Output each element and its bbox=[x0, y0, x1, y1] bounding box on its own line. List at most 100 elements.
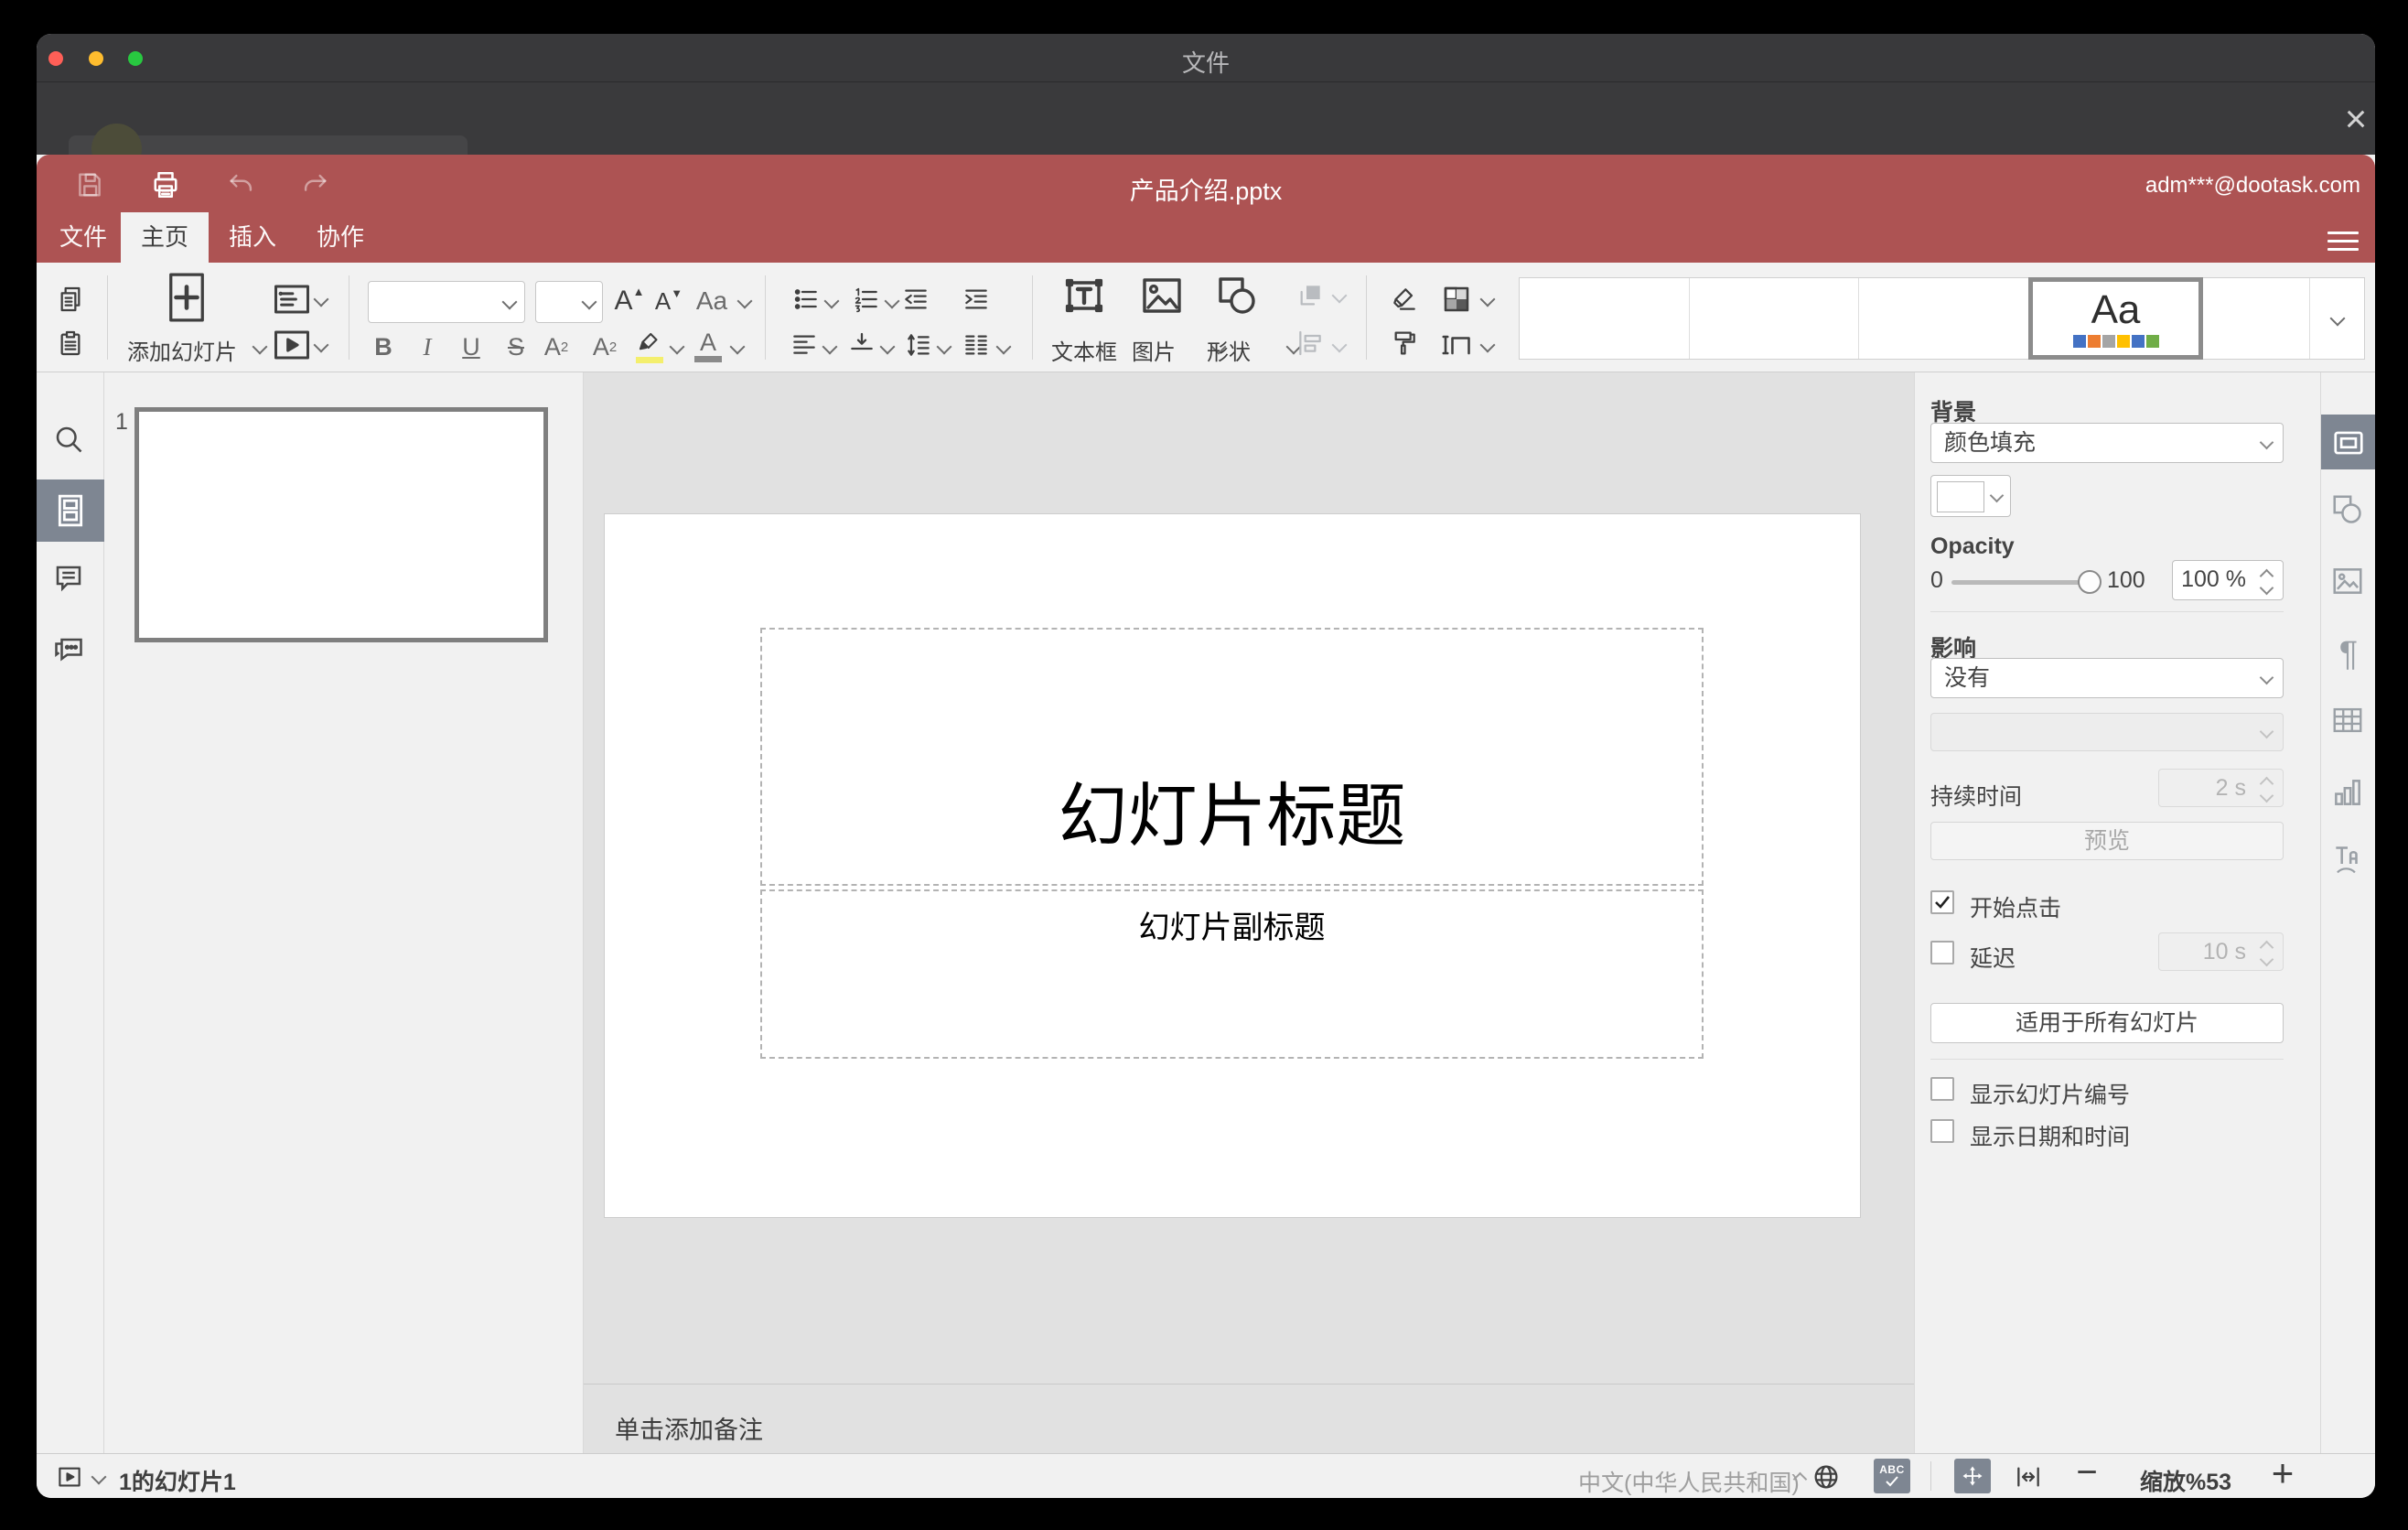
font-color-button[interactable]: A bbox=[692, 327, 725, 365]
preview-button[interactable]: 预览 bbox=[1930, 822, 2284, 860]
slide-thumbnail-selected[interactable] bbox=[134, 407, 548, 642]
notes-area[interactable]: 单击添加备注 bbox=[584, 1384, 1914, 1453]
slides-panel-button[interactable] bbox=[37, 479, 104, 542]
chevron-down-icon bbox=[581, 294, 597, 310]
image-settings-button[interactable] bbox=[2330, 565, 2367, 601]
set-language-button[interactable] bbox=[1810, 1460, 1843, 1493]
arrange-shape-button[interactable] bbox=[1294, 279, 1327, 312]
slide-settings-panel: 背景 颜色填充 Opacity 0 100 100 % 影响 没有 持续时间 2… bbox=[1914, 372, 2320, 1453]
start-slideshow-status-button[interactable] bbox=[55, 1462, 84, 1492]
delay-checkbox[interactable] bbox=[1930, 941, 1954, 964]
decrease-indent-button[interactable] bbox=[899, 283, 932, 316]
bold-button[interactable]: B bbox=[365, 329, 402, 365]
globe-icon bbox=[1814, 1465, 1838, 1489]
opacity-slider-knob[interactable] bbox=[2078, 570, 2102, 594]
textart-settings-button[interactable] bbox=[2330, 842, 2367, 878]
change-case-button[interactable]: Aa bbox=[688, 283, 736, 319]
workspace: 1 幻灯片标题 幻灯片副标题 单击添加备注 背景 颜色填充 Opacity 0 … bbox=[37, 372, 2375, 1453]
tab-file[interactable]: 文件 bbox=[46, 212, 121, 263]
columns-button[interactable] bbox=[960, 329, 993, 361]
insert-shape-label[interactable]: 形状 bbox=[1188, 334, 1270, 366]
theme-item[interactable] bbox=[1690, 278, 1859, 359]
duration-spinner[interactable]: 2 s bbox=[2158, 769, 2284, 807]
paste-button[interactable] bbox=[54, 327, 87, 360]
theme-item[interactable] bbox=[1859, 278, 2029, 359]
show-date-time-checkbox[interactable] bbox=[1930, 1119, 1954, 1143]
slide-size-button[interactable] bbox=[1438, 327, 1475, 363]
chart-settings-button[interactable] bbox=[2330, 775, 2367, 812]
theme-item-selected[interactable]: Aa bbox=[2028, 277, 2203, 360]
underline-button[interactable]: U bbox=[453, 329, 489, 365]
tab-collaboration[interactable]: 协作 bbox=[296, 212, 384, 263]
slide-layout-button[interactable] bbox=[272, 281, 312, 318]
insert-shape-button[interactable] bbox=[1213, 270, 1261, 321]
hamburger-menu-icon[interactable] bbox=[2327, 226, 2359, 251]
zoom-out-button[interactable]: − bbox=[2071, 1452, 2102, 1493]
increase-indent-button[interactable] bbox=[960, 283, 993, 316]
delay-spinner[interactable]: 10 s bbox=[2158, 932, 2284, 971]
tab-insert[interactable]: 插入 bbox=[209, 212, 296, 263]
chevron-down-icon bbox=[995, 339, 1012, 355]
slide-settings-button[interactable] bbox=[2321, 415, 2375, 469]
language-selector[interactable]: 中文(中华人民共和国) bbox=[1578, 1465, 1800, 1498]
zoom-in-button[interactable]: + bbox=[2266, 1451, 2299, 1495]
insert-textbox-button[interactable] bbox=[1060, 270, 1108, 321]
account-name: adm***@dootask.com bbox=[2145, 173, 2360, 198]
check-icon bbox=[1886, 1476, 1898, 1487]
vertical-align-button[interactable] bbox=[845, 329, 878, 361]
opacity-value-spinner[interactable]: 100 % bbox=[2172, 560, 2284, 600]
add-slide-button[interactable] bbox=[166, 268, 208, 327]
close-icon[interactable]: × bbox=[2336, 99, 2375, 139]
start-slideshow-button[interactable] bbox=[272, 327, 312, 363]
title-placeholder[interactable]: 幻灯片标题 bbox=[760, 628, 1704, 886]
theme-item[interactable] bbox=[1520, 278, 1690, 359]
insert-image-label[interactable]: 图片 bbox=[1113, 334, 1195, 366]
strikeout-button[interactable]: S bbox=[498, 329, 534, 365]
horizontal-align-button[interactable] bbox=[788, 329, 821, 361]
line-spacing-button[interactable] bbox=[902, 329, 935, 361]
color-scheme-button[interactable] bbox=[1438, 281, 1475, 318]
copy-button[interactable] bbox=[54, 283, 87, 316]
shape-settings-button[interactable] bbox=[2330, 492, 2367, 529]
chevron-down-icon bbox=[2259, 724, 2274, 739]
paragraph-settings-button[interactable]: ¶ bbox=[2330, 635, 2367, 673]
font-size-input[interactable] bbox=[535, 281, 603, 323]
table-settings-button[interactable] bbox=[2330, 705, 2367, 741]
chat-button[interactable] bbox=[52, 631, 89, 668]
start-on-click-checkbox[interactable] bbox=[1930, 890, 1954, 914]
tab-home[interactable]: 主页 bbox=[121, 212, 209, 263]
slide-canvas[interactable]: 幻灯片标题 幻灯片副标题 bbox=[605, 514, 1860, 1217]
subscript-button[interactable]: A2 bbox=[586, 329, 623, 365]
fit-to-slide-button[interactable] bbox=[1954, 1459, 1991, 1493]
spellcheck-button[interactable]: ABC bbox=[1874, 1459, 1910, 1493]
opacity-slider-track[interactable] bbox=[1951, 580, 2085, 585]
copy-style-button[interactable] bbox=[1388, 327, 1421, 360]
numbering-button[interactable] bbox=[850, 283, 883, 316]
superscript-button[interactable]: A2 bbox=[538, 329, 575, 365]
subtitle-placeholder[interactable]: 幻灯片副标题 bbox=[760, 889, 1704, 1059]
fill-type-select[interactable]: 颜色填充 bbox=[1930, 423, 2284, 463]
italic-button[interactable]: I bbox=[409, 329, 446, 365]
slide-info: 1的幻灯片1 bbox=[119, 1470, 236, 1495]
fill-color-button[interactable] bbox=[1930, 475, 2011, 517]
theme-gallery-expand-button[interactable] bbox=[2310, 278, 2366, 359]
highlight-color-button[interactable] bbox=[632, 329, 667, 365]
add-slide-label[interactable]: 添加幻灯片 bbox=[104, 334, 260, 366]
apply-to-all-slides-button[interactable]: 适用于所有幻灯片 bbox=[1930, 1003, 2284, 1043]
effect-select[interactable]: 没有 bbox=[1930, 658, 2284, 698]
increase-font-button[interactable]: A ▲ bbox=[611, 283, 648, 319]
fill-color-swatch bbox=[1937, 481, 1984, 512]
clear-style-button[interactable] bbox=[1388, 283, 1421, 316]
bullets-button[interactable] bbox=[790, 283, 822, 316]
search-icon bbox=[56, 426, 82, 453]
font-name-input[interactable] bbox=[368, 281, 525, 323]
comments-button[interactable] bbox=[52, 562, 89, 598]
effect-type-select-disabled[interactable] bbox=[1930, 713, 2284, 751]
align-shape-button[interactable] bbox=[1294, 327, 1327, 360]
insert-image-button[interactable] bbox=[1138, 270, 1186, 321]
decrease-font-button[interactable]: A ▼ bbox=[650, 283, 687, 319]
show-slide-number-checkbox[interactable] bbox=[1930, 1077, 1954, 1101]
search-button[interactable] bbox=[52, 423, 89, 459]
theme-item[interactable] bbox=[2203, 278, 2310, 359]
fit-to-width-button[interactable] bbox=[2011, 1460, 2046, 1493]
